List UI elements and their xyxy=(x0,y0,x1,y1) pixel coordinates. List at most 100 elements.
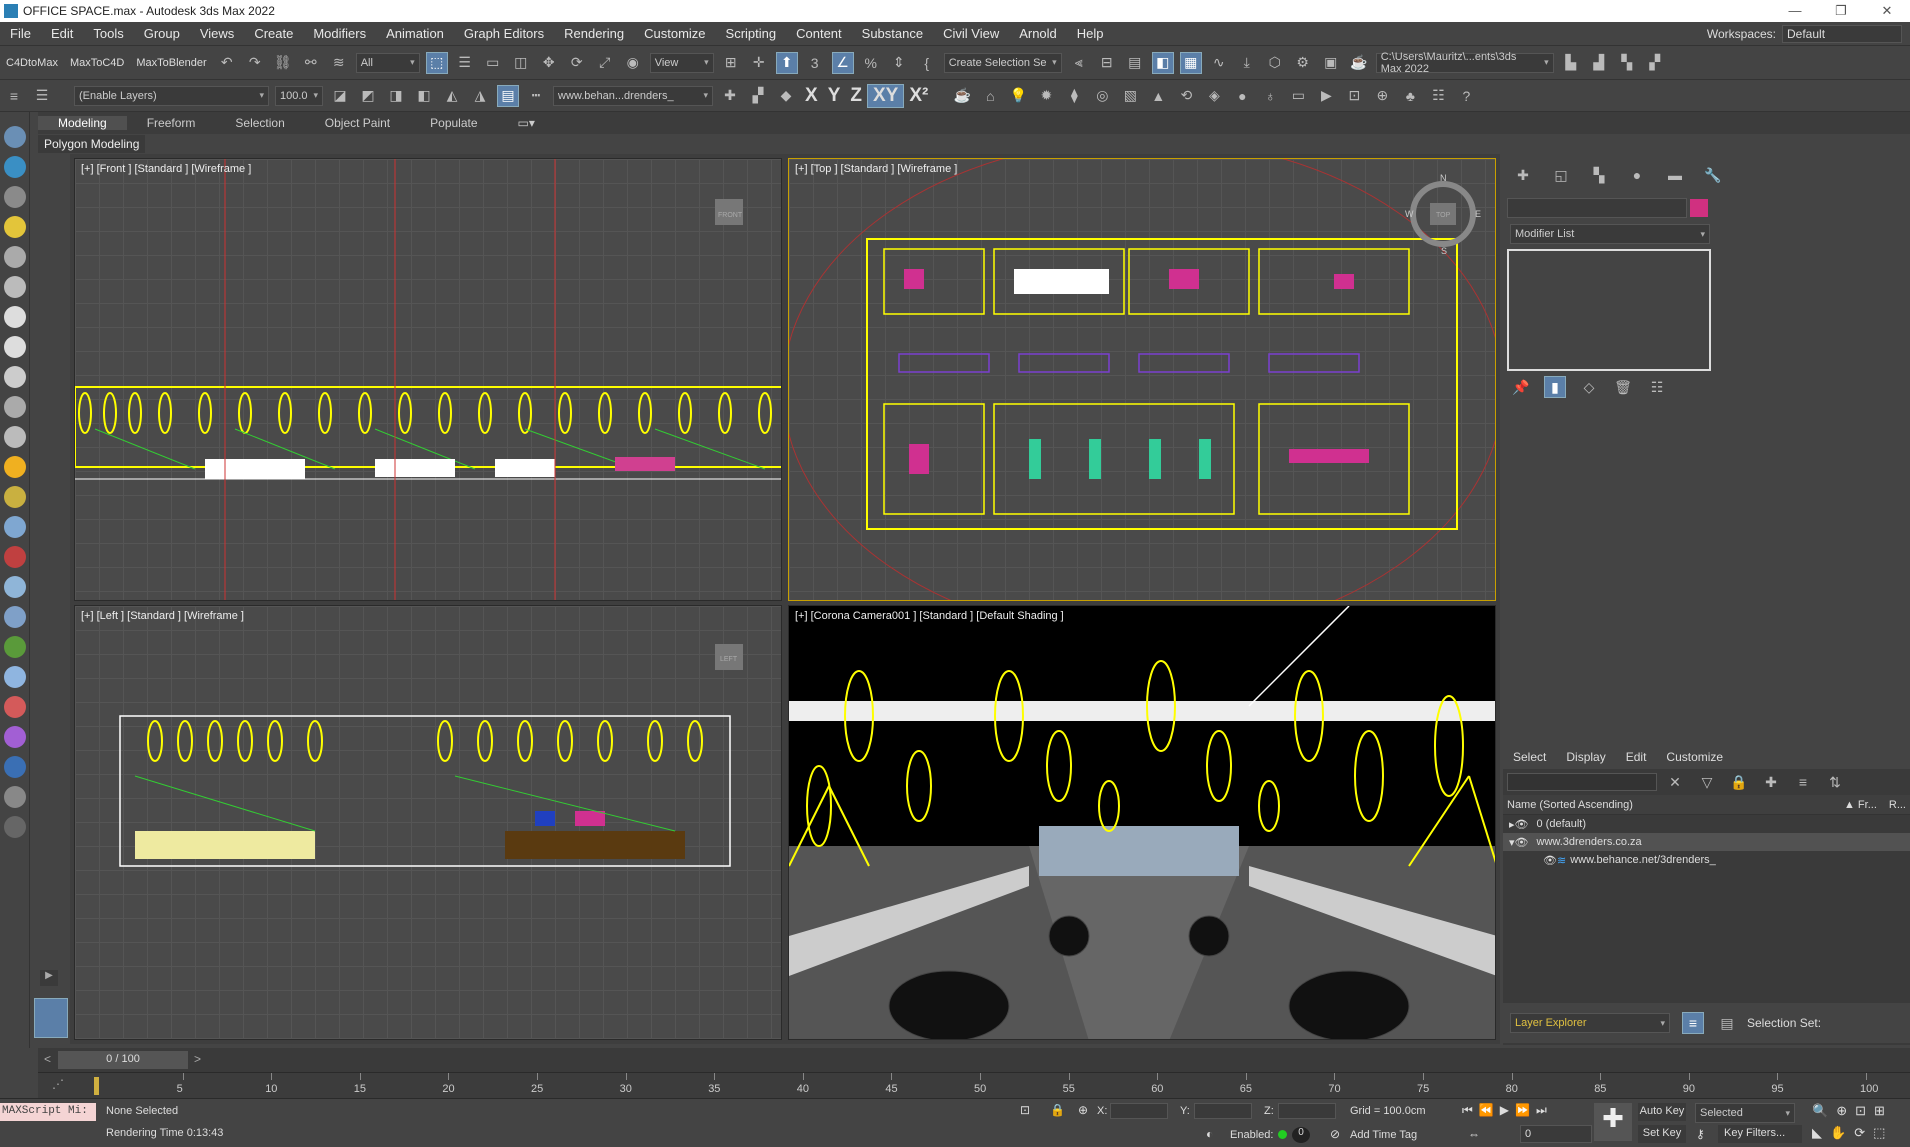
align-icon[interactable]: ⊟ xyxy=(1096,52,1118,74)
left-viewport[interactable]: [+] [Left ] [Standard ] [Wireframe ] LEF… xyxy=(74,605,782,1040)
set-key-large-button[interactable]: ✚ xyxy=(1594,1103,1632,1141)
corona-scatter-icon[interactable]: ▲ xyxy=(1147,85,1169,107)
named-selection-dropdown[interactable]: Create Selection Se xyxy=(943,52,1062,73)
clear-search-icon[interactable]: ✕ xyxy=(1664,771,1686,793)
corona-volume-icon[interactable]: ◈ xyxy=(1203,85,1225,107)
show-end-result-icon[interactable]: ▮ xyxy=(1544,376,1566,398)
left-viewport-label[interactable]: [+] [Left ] [Standard ] [Wireframe ] xyxy=(81,610,244,622)
set-key-button[interactable]: Set Key xyxy=(1638,1125,1686,1143)
layer-tool-4-icon[interactable]: ◧ xyxy=(413,85,435,107)
le-menu-edit[interactable]: Edit xyxy=(1616,750,1657,764)
reference-coordinate-dropdown[interactable]: View xyxy=(649,52,714,73)
explorer-type-dropdown[interactable]: Layer Explorer xyxy=(1510,1013,1670,1033)
palette-icon[interactable] xyxy=(3,696,26,718)
next-frame-icon[interactable]: ⏩ xyxy=(1515,1103,1530,1118)
new-layer-icon[interactable]: ✚ xyxy=(1760,771,1782,793)
close-button[interactable]: ✕ xyxy=(1864,3,1910,19)
material-editor-side-icon[interactable] xyxy=(3,726,26,748)
undo-icon[interactable]: ↶ xyxy=(216,52,238,74)
y-coordinate-field[interactable] xyxy=(1194,1103,1252,1119)
modifier-stack[interactable] xyxy=(1507,249,1711,371)
move-icon[interactable]: ✥ xyxy=(538,52,560,74)
viewport-layout-button[interactable] xyxy=(34,998,68,1038)
corona-fur-icon[interactable]: ▧ xyxy=(1119,85,1141,107)
corona-converter-icon[interactable]: ⊕ xyxy=(1371,85,1393,107)
redo-icon[interactable]: ↷ xyxy=(244,52,266,74)
utilities-panel-icon[interactable]: 🔧 xyxy=(1702,164,1724,186)
menu-scripting[interactable]: Scripting xyxy=(716,26,787,41)
project-open-icon[interactable]: ▞ xyxy=(1644,52,1666,74)
project-settings-icon[interactable]: ▟ xyxy=(1588,52,1610,74)
create-icon[interactable] xyxy=(3,126,26,148)
curve-editor-icon[interactable]: ∿ xyxy=(1208,52,1230,74)
tab-freeform[interactable]: Freeform xyxy=(127,116,216,130)
zoom-extents-all-icon[interactable]: ⊞ xyxy=(1874,1103,1885,1119)
maximize-button[interactable]: ❐ xyxy=(1818,3,1864,19)
tab-selection[interactable]: Selection xyxy=(215,116,304,130)
ribbon-options-icon[interactable]: ▭▾ xyxy=(498,116,555,130)
menu-help[interactable]: Help xyxy=(1067,26,1114,41)
top-viewport[interactable]: [+] [Top ] [Standard ] [Wireframe ] TOP … xyxy=(788,158,1496,601)
hierarchy-icon[interactable] xyxy=(3,606,26,628)
maxtoblender-button[interactable]: MaxToBlender xyxy=(130,57,212,69)
scene-explorer-icon[interactable]: ▤ xyxy=(1124,52,1146,74)
hierarchy-panel-icon[interactable]: ▚ xyxy=(1588,164,1610,186)
le-render-column[interactable]: R... xyxy=(1889,799,1906,811)
time-slider-prev-icon[interactable]: < xyxy=(44,1052,51,1066)
viewport-layout-toggle-icon[interactable]: ▶ xyxy=(40,970,58,986)
modify-panel-icon[interactable]: ◱ xyxy=(1550,164,1572,186)
create-panel-icon[interactable]: ✚ xyxy=(1512,164,1534,186)
le-search-input[interactable] xyxy=(1507,773,1657,791)
menu-animation[interactable]: Animation xyxy=(376,26,454,41)
menu-views[interactable]: Views xyxy=(190,26,244,41)
layer-explorer-mode-icon[interactable]: ≡ xyxy=(1682,1012,1704,1034)
render-setup-icon[interactable]: ⚙ xyxy=(1292,52,1314,74)
previous-frame-icon[interactable]: ⏪ xyxy=(1479,1103,1494,1118)
pin-stack-icon[interactable]: 📌 xyxy=(1510,376,1532,398)
track-bar[interactable]: ⋰ 5 10 15 20 25 30 35 40 45 50 55 60 65 70 75 80 85 90 95 1… xyxy=(38,1072,1910,1098)
motion-panel-icon[interactable]: ● xyxy=(1626,164,1648,186)
rectangular-selection-icon[interactable]: ▭ xyxy=(482,52,504,74)
menu-graph-editors[interactable]: Graph Editors xyxy=(454,26,554,41)
scatter-icon[interactable] xyxy=(3,516,26,538)
corona-camera-icon[interactable]: ⌂ xyxy=(979,85,1001,107)
project-folder-icon[interactable]: ▚ xyxy=(1616,52,1638,74)
corona-material-icon[interactable]: ● xyxy=(1231,85,1253,107)
enabled-value[interactable]: 0 xyxy=(1292,1127,1310,1143)
rendered-frame-window-icon[interactable]: ▣ xyxy=(1320,52,1342,74)
grass-icon[interactable] xyxy=(3,636,26,658)
axis-z-button[interactable]: Z xyxy=(845,85,867,107)
forest-pack-icon[interactable]: ♣ xyxy=(1399,85,1421,107)
time-slider-next-icon[interactable]: > xyxy=(194,1052,201,1066)
corona-proxy-icon[interactable]: ⧫ xyxy=(1063,85,1085,107)
layer-tool-5-icon[interactable]: ◭ xyxy=(441,85,463,107)
add-to-layer-icon[interactable]: ✚ xyxy=(719,85,741,107)
menu-file[interactable]: File xyxy=(0,26,41,41)
menu-rendering[interactable]: Rendering xyxy=(554,26,634,41)
camera-icon[interactable] xyxy=(3,246,26,268)
zoom-extents-icon[interactable]: ⊡ xyxy=(1855,1103,1866,1119)
select-by-name-icon[interactable]: ☰ xyxy=(454,52,476,74)
layer-tool-2-icon[interactable]: ◩ xyxy=(357,85,379,107)
le-menu-customize[interactable]: Customize xyxy=(1656,750,1733,764)
scale-icon[interactable]: ⤢ xyxy=(594,52,616,74)
orbit-icon[interactable]: ⟳ xyxy=(1854,1125,1865,1141)
layer-field[interactable]: (Enable Layers) xyxy=(74,85,269,106)
select-manipulate-icon[interactable]: ✛ xyxy=(748,52,770,74)
adaptive-degradation-icon[interactable]: ◐ xyxy=(1206,1127,1213,1141)
key-icon[interactable]: ⚷ xyxy=(1696,1127,1705,1141)
auto-key-button[interactable]: Auto Key xyxy=(1638,1103,1686,1121)
minimize-button[interactable]: — xyxy=(1772,3,1818,19)
go-to-start-icon[interactable]: ⏮ xyxy=(1462,1103,1473,1118)
box-icon[interactable] xyxy=(3,306,26,328)
mini-curve-editor-icon[interactable]: ⋰ xyxy=(52,1077,64,1091)
tab-populate[interactable]: Populate xyxy=(410,116,497,130)
axis-x-button[interactable]: X xyxy=(800,85,823,107)
layers-icon[interactable]: ≡ xyxy=(3,85,25,107)
layer-tool-1-icon[interactable]: ◪ xyxy=(329,85,351,107)
sort-icon[interactable]: ⇅ xyxy=(1824,771,1846,793)
spinner-snap-icon[interactable]: ⇕ xyxy=(888,52,910,74)
left-viewcube-label[interactable]: LEFT xyxy=(720,656,738,663)
go-to-end-icon[interactable]: ⏭ xyxy=(1536,1103,1547,1118)
geometry-icon[interactable] xyxy=(3,156,26,178)
